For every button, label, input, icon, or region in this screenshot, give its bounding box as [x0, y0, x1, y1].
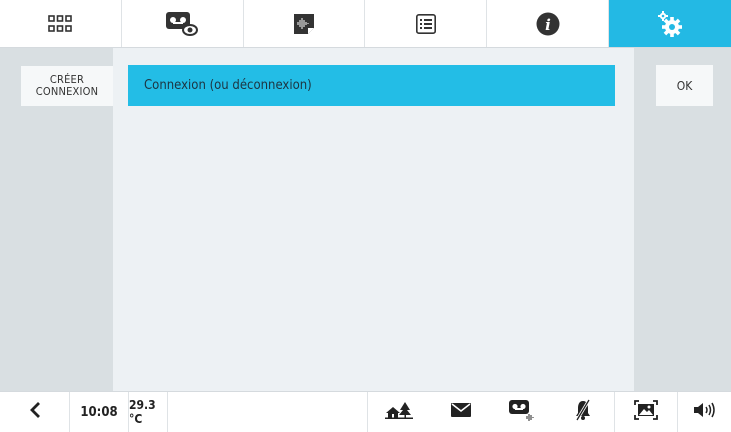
- bell-off-icon: [574, 399, 592, 425]
- tab-voice-memo[interactable]: [244, 0, 366, 47]
- back-arrow-icon: [29, 402, 41, 422]
- bottom-status-bar: 10:08 29.3 °C: [0, 391, 731, 432]
- tab-list[interactable]: [365, 0, 488, 47]
- voice-memo-icon: [293, 13, 315, 35]
- list-item-label: Connexion (ou déconnexion): [144, 78, 312, 93]
- svg-text:i: i: [545, 16, 551, 34]
- gallery-button[interactable]: [615, 392, 677, 432]
- tape-audio-icon: [508, 398, 536, 426]
- divider: [167, 392, 168, 432]
- clock: 10:08: [80, 404, 118, 420]
- messages-button[interactable]: [430, 392, 492, 432]
- list-item-connection[interactable]: Connexion (ou déconnexion): [128, 65, 615, 106]
- create-connection-button[interactable]: CRÉER CONNEXION: [21, 66, 113, 106]
- temperature: 29.3 °C: [129, 398, 156, 426]
- ringer-mute-button[interactable]: [552, 392, 614, 432]
- info-icon: i: [536, 12, 560, 36]
- list-icon: [415, 13, 436, 34]
- tab-home-grid[interactable]: [0, 0, 122, 47]
- answering-machine-button[interactable]: [492, 392, 552, 432]
- create-connection-label-2: CONNEXION: [35, 85, 99, 98]
- home-status-button[interactable]: [368, 392, 430, 432]
- tab-info[interactable]: i: [487, 0, 609, 47]
- grid-icon: [48, 14, 73, 33]
- back-button[interactable]: [0, 392, 69, 432]
- top-tab-bar: i: [0, 0, 731, 48]
- speaker-icon: [693, 402, 717, 422]
- volume-button[interactable]: [678, 392, 731, 432]
- mail-icon: [451, 403, 471, 421]
- home-icon: [385, 401, 413, 423]
- tab-video-messages[interactable]: [122, 0, 244, 47]
- tab-settings[interactable]: [608, 0, 731, 47]
- picture-frame-icon: [634, 400, 658, 424]
- tape-view-icon: [165, 10, 199, 38]
- ok-button[interactable]: OK: [656, 65, 713, 106]
- gears-icon: [655, 9, 685, 39]
